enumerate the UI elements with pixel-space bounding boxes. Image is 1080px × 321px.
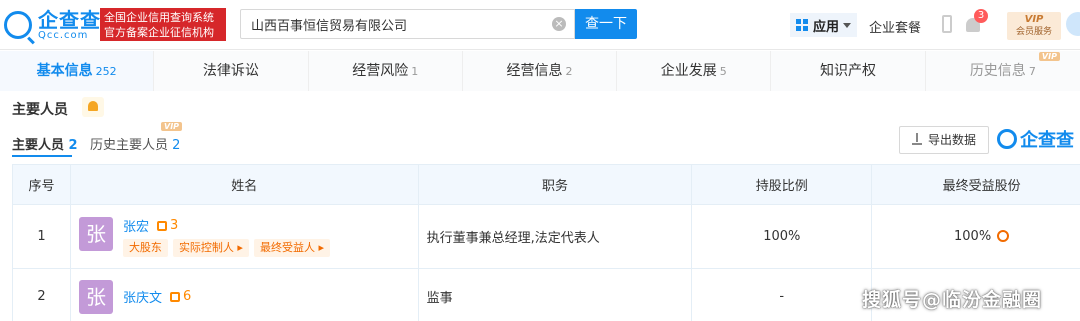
tab-intellectual-property[interactable]: 知识产权 [771, 51, 926, 91]
avatar: 张 [78, 279, 113, 314]
final-share-cell: 100% [871, 204, 1080, 269]
tab-enterprise-development[interactable]: 企业发展 5 [617, 51, 772, 91]
tab-history-info[interactable]: 历史信息 7 VIP [925, 51, 1080, 91]
logo-magnifier-icon [997, 129, 1017, 149]
person-cell: 张 张庆文 6 [71, 279, 418, 314]
relations-graph-icon [169, 291, 180, 302]
main-tabs: 基本信息 252 法律诉讼 经营风险 1 经营信息 2 企业发展 5 知识产权 历史信息… [0, 51, 1080, 91]
logo-magnifier-icon [4, 11, 32, 39]
qcc-brand-logo: 企查查 [997, 126, 1074, 152]
chevron-down-icon [843, 22, 852, 28]
row-index: 2 [12, 268, 71, 321]
relations-link[interactable]: 6 [169, 289, 191, 304]
relations-link[interactable]: 3 [156, 218, 178, 233]
relations-graph-icon [156, 220, 167, 231]
subtab-history-personnel[interactable]: 历史主要人员 2 [90, 134, 180, 153]
table-header-row: 序号 姓名 职务 持股比例 最终受益股份 [12, 164, 1080, 205]
export-data-button[interactable]: 导出数据 [899, 126, 989, 154]
notification-count-badge: 3 [974, 9, 988, 23]
header-position: 职务 [417, 164, 693, 205]
header-index: 序号 [12, 164, 71, 205]
vip-badge: VIP [161, 122, 183, 131]
position-cell: 监事 [417, 268, 693, 321]
search-button[interactable]: 查一下 [575, 9, 637, 39]
person-cell: 张 张宏 3 大股东 实际控制人 ▸ 最终受益人 ▸ [71, 216, 418, 257]
search-box: × [240, 9, 575, 39]
header-name: 姓名 [69, 164, 419, 205]
search-input[interactable] [241, 10, 541, 38]
logo-title: 企查查 [38, 8, 101, 32]
watermark: 搜狐号@临汾金融圈 [862, 289, 1043, 311]
active-subtab-indicator [12, 155, 72, 157]
tag-actual-controller[interactable]: 实际控制人 ▸ [172, 238, 249, 257]
tab-basic-info[interactable]: 基本信息 252 [0, 51, 155, 91]
tab-legal-litigation[interactable]: 法律诉讼 [154, 51, 309, 91]
header-final-beneficial-share: 最终受益股份 [871, 164, 1080, 205]
apps-menu-label: 应用 [813, 19, 840, 35]
tag-ultimate-beneficiary[interactable]: 最终受益人 ▸ [253, 238, 330, 257]
person-name-link[interactable]: 张宏 [123, 216, 149, 235]
top-header: 企查查 Qcc.com 全国企业信用查询系统 官方备案企业征信机构 × 查一下 … [0, 0, 1080, 50]
header-shareholding: 持股比例 [691, 164, 873, 205]
mobile-phone-icon[interactable] [942, 15, 952, 33]
tab-business-info[interactable]: 经营信息 2 [462, 51, 618, 91]
person-tags: 大股东 实际控制人 ▸ 最终受益人 ▸ [122, 238, 335, 257]
enterprise-package-link[interactable]: 企业套餐 [869, 17, 921, 36]
section-title: 主要人员 [12, 102, 68, 118]
user-avatar[interactable] [1066, 12, 1080, 36]
position-cell: 执行董事兼总经理,法定代表人 [417, 204, 693, 269]
download-icon [911, 133, 922, 145]
shareholding-cell: 100% [691, 204, 873, 269]
person-name-link[interactable]: 张庆文 [123, 287, 162, 306]
avatar: 张 [78, 216, 113, 251]
certification-badge: 全国企业信用查询系统 官方备案企业征信机构 [100, 8, 226, 41]
clear-icon[interactable]: × [552, 17, 566, 31]
grid-icon [796, 19, 808, 31]
vip-badge: VIP [1038, 52, 1060, 61]
logo-domain: Qcc.com [38, 30, 89, 41]
subtab-main-personnel[interactable]: 主要人员 2 [12, 134, 78, 153]
tab-business-risk[interactable]: 经营风险 1 [308, 51, 463, 91]
qcc-logo[interactable]: 企查查 Qcc.com [4, 8, 101, 42]
apps-menu-button[interactable]: 应用 [790, 13, 858, 37]
shareholding-cell: - [691, 268, 873, 321]
penetration-icon[interactable] [997, 230, 1010, 242]
subscribe-bell-icon[interactable] [82, 97, 104, 117]
row-index: 1 [12, 204, 71, 269]
table-row: 1 张 张宏 3 大股东 实际控制人 ▸ 最终受益人 ▸ 执行董事兼总经理,法定… [12, 204, 1080, 269]
tag-major-shareholder: 大股东 [122, 238, 168, 257]
vip-membership-button[interactable]: VIP 会员服务 [1007, 12, 1061, 40]
